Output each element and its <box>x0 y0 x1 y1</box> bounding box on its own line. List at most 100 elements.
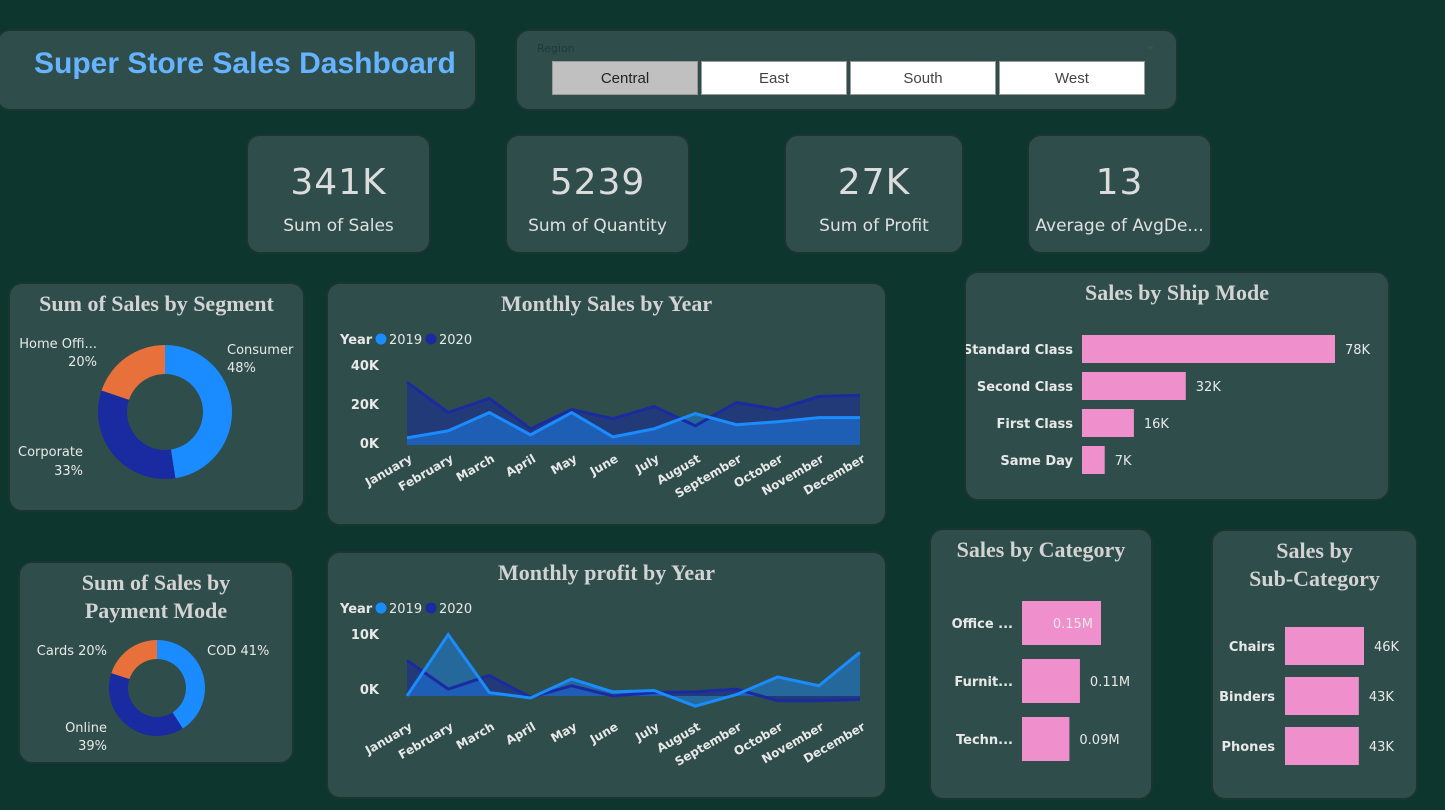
kpi-label: Average of AvgDe... <box>1035 216 1204 236</box>
bar-value-label: 43K <box>1369 690 1395 705</box>
segment-label-corporate: Corporate <box>18 445 83 460</box>
bar-value-label: 0.11M <box>1090 675 1130 690</box>
y-tick-label: 10K <box>351 628 380 643</box>
bar-category-label: Binders <box>1219 690 1275 705</box>
kpi-value: 13 <box>1095 162 1144 203</box>
x-tick-label: March <box>454 451 497 484</box>
payment-label-cards: Cards 20% <box>37 644 107 659</box>
y-tick-label: 20K <box>351 398 380 413</box>
slicer-option-west[interactable]: West <box>999 61 1145 95</box>
y-tick-label: 0K <box>360 437 380 452</box>
donut-slice-consumer[interactable] <box>165 345 232 479</box>
payment-donut-svg: COD 41% Cards 20% Online 39% <box>37 640 269 754</box>
bar-phones[interactable] <box>1285 727 1359 765</box>
payment-label-cod: COD 41% <box>207 644 269 659</box>
segment-label-consumer: Consumer <box>227 343 294 358</box>
kpi-value: 27K <box>837 162 911 203</box>
bar-first-class[interactable] <box>1082 409 1134 437</box>
kpi-card-avg-delivery: 13 Average of AvgDe... <box>1027 134 1212 254</box>
kpi-value: 5239 <box>549 162 646 203</box>
bar-chairs[interactable] <box>1285 627 1364 665</box>
ship-mode-card: Sales by Ship Mode Standard Class 78K Seco… <box>964 271 1390 501</box>
segment-pct-consumer: 48% <box>227 361 256 376</box>
monthly-profit-card: Monthly profit by Year Year 2019 2020 10… <box>326 551 887 799</box>
legend-marker-2020 <box>425 333 437 345</box>
legend-label-2019: 2019 <box>389 602 422 617</box>
category-card: Sales by Category Office ... 0.15M Furnit.… <box>929 528 1153 800</box>
x-tick-label: May <box>548 719 579 745</box>
bar-same-day[interactable] <box>1082 446 1105 474</box>
dashboard-title-card: Super Store Sales Dashboard <box>0 29 477 111</box>
ship-mode-svg: Standard Class 78K Second Class 32K First Cl… <box>966 335 1371 474</box>
subcategory-card: Sales by Sub-Category Chairs 46K Binders 43… <box>1211 529 1418 800</box>
slicer-title: Region <box>537 42 575 55</box>
payment-label-online: Online <box>65 721 107 736</box>
legend-marker-2019 <box>375 602 387 614</box>
segment-donut-svg: Consumer 48% Home Offi... 20% Corporate … <box>18 337 294 479</box>
bar-value-label: 78K <box>1345 343 1371 358</box>
kpi-label: Sum of Quantity <box>528 216 667 236</box>
bar-furnit-[interactable] <box>1022 659 1080 703</box>
bar-category-label: Phones <box>1221 740 1275 755</box>
bar-second-class[interactable] <box>1082 372 1186 400</box>
bar-category-label: Techn... <box>956 733 1013 748</box>
y-tick-label: 0K <box>360 683 380 698</box>
monthly-profit-svg: Year 2019 2020 10K 0K JanuaryFebruaryMar… <box>339 602 868 769</box>
bar-category-label: Office ... <box>952 617 1013 632</box>
kpi-card-quantity: 5239 Sum of Quantity <box>505 134 690 254</box>
category-svg: Office ... 0.15M Furnit... 0.11M Techn... 0.0… <box>952 601 1130 761</box>
bar-value-label: 7K <box>1115 454 1132 469</box>
kpi-card-profit: 27K Sum of Profit <box>784 134 964 254</box>
y-tick-label: 40K <box>351 359 380 374</box>
bar-value-label: 0.09M <box>1079 733 1119 748</box>
x-tick-label: June <box>587 451 621 478</box>
bar-category-label: Chairs <box>1229 640 1275 655</box>
legend-label-2019: 2019 <box>389 333 422 348</box>
bar-category-label: Standard Class <box>966 343 1073 358</box>
bar-value-label: 43K <box>1369 740 1395 755</box>
x-tick-label: June <box>587 719 621 746</box>
segment-pct-corporate: 33% <box>54 464 83 479</box>
legend-title: Year <box>339 333 373 348</box>
region-slicer: Region ⌄ Central East South West <box>515 29 1178 111</box>
x-tick-label: March <box>454 719 497 752</box>
bar-binders[interactable] <box>1285 677 1359 715</box>
dashboard-title: Super Store Sales Dashboard <box>34 47 456 80</box>
bar-value-label: 32K <box>1196 380 1222 395</box>
payment-pct-online: 39% <box>78 739 107 754</box>
segment-chart-card: Sum of Sales by Segment Consumer 48% Hom… <box>8 282 305 512</box>
donut-slice-online[interactable] <box>109 673 183 736</box>
slicer-option-south[interactable]: South <box>850 61 996 95</box>
donut-slice-cod[interactable] <box>157 640 205 729</box>
donut-slice-cards[interactable] <box>111 640 157 680</box>
bar-category-label: Same Day <box>1000 454 1073 469</box>
slicer-option-east[interactable]: East <box>701 61 847 95</box>
bar-category-label: Second Class <box>977 380 1073 395</box>
chevron-down-icon[interactable]: ⌄ <box>1144 37 1156 53</box>
bar-techn-[interactable] <box>1022 717 1070 761</box>
bar-value-label: 46K <box>1374 640 1400 655</box>
slicer-option-central[interactable]: Central <box>552 61 698 95</box>
kpi-label: Sum of Profit <box>819 216 929 236</box>
legend-title: Year <box>339 602 373 617</box>
bar-category-label: First Class <box>997 417 1074 432</box>
x-tick-label: April <box>503 719 538 747</box>
kpi-card-sales: 341K Sum of Sales <box>246 134 431 254</box>
x-tick-label: April <box>503 451 538 479</box>
monthly-sales-card: Monthly Sales by Year Year 2019 2020 40K… <box>326 282 887 526</box>
bar-value-label: 16K <box>1144 417 1170 432</box>
x-tick-label: May <box>548 451 579 477</box>
donut-slice-home-offi-[interactable] <box>101 345 165 400</box>
legend-label-2020: 2020 <box>439 602 472 617</box>
bar-category-label: Furnit... <box>954 675 1013 690</box>
kpi-value: 341K <box>290 162 387 203</box>
subcategory-svg: Chairs 46K Binders 43K Phones 43K <box>1219 627 1400 765</box>
monthly-sales-svg: Year 2019 2020 40K 20K 0K JanuaryFebruar… <box>339 333 868 501</box>
legend-marker-2020 <box>425 602 437 614</box>
payment-chart-card: Sum of Sales by Payment Mode COD 41% Car… <box>18 561 294 764</box>
bar-value-label: 0.15M <box>1053 617 1093 632</box>
bar-standard-class[interactable] <box>1082 335 1335 363</box>
segment-label-home-office: Home Offi... <box>19 337 97 352</box>
segment-pct-home-office: 20% <box>68 355 97 370</box>
donut-slice-corporate[interactable] <box>98 390 176 479</box>
